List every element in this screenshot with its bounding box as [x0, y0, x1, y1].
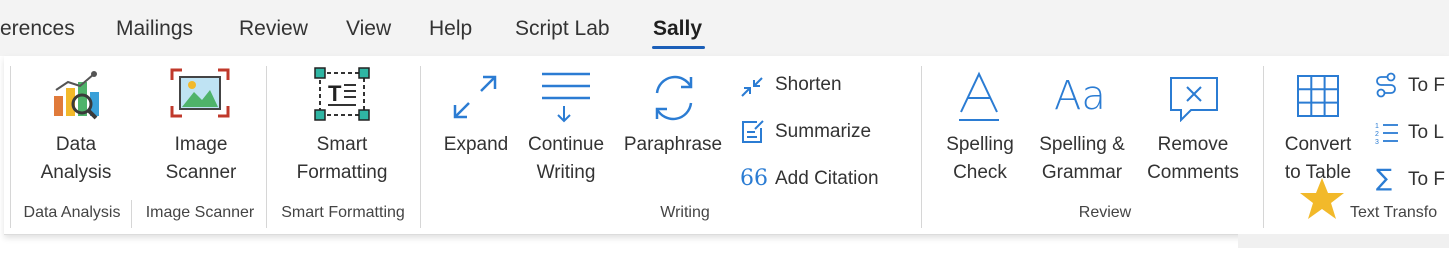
ribbon-shadow: [1238, 234, 1449, 248]
paraphrase-label: Paraphrase: [623, 134, 723, 155]
expand-label: Expand: [443, 134, 509, 155]
group-separator: [420, 66, 421, 228]
remove-comments-label-line2: Comments: [1147, 162, 1239, 183]
group-label-review: Review: [1078, 204, 1132, 221]
group-separator: [266, 66, 267, 228]
sigma-icon: ∑: [1376, 164, 1393, 192]
shorten-label: Shorten: [775, 74, 842, 95]
svg-text:3: 3: [1375, 139, 1379, 146]
group-label-text-transform: Text Transfo: [1350, 204, 1438, 221]
active-tab-indicator: [652, 46, 705, 49]
svg-text:2: 2: [1375, 131, 1379, 138]
spelling-grammar-label-line2: Grammar: [1041, 162, 1123, 183]
image-scanner-icon: [170, 68, 230, 118]
smart-formatting-label-line2: Formatting: [296, 162, 388, 183]
group-label-smart-formatting: Smart Formatting: [281, 204, 405, 221]
expand-icon: [453, 75, 497, 119]
ribbon-tab-bar: erences Mailings Review View Help Script…: [0, 0, 1449, 56]
svg-text:1: 1: [1375, 123, 1379, 130]
data-analysis-label-line2: Analysis: [40, 162, 112, 183]
tab-mailings[interactable]: Mailings: [116, 17, 193, 41]
tab-help[interactable]: Help: [429, 17, 472, 41]
summarize-label: Summarize: [775, 121, 872, 142]
convert-to-table-label-line1: Convert: [1284, 134, 1352, 155]
tab-references[interactable]: erences: [0, 17, 75, 41]
spelling-check-label-line2: Check: [953, 162, 1007, 183]
smart-formatting-label-line1: Smart: [316, 134, 368, 155]
add-citation-label: Add Citation: [775, 168, 879, 189]
connector-icon: [1376, 72, 1396, 98]
group-label-data-analysis: Data Analysis: [23, 204, 121, 221]
group-label-writing: Writing: [660, 204, 710, 221]
group-separator: [10, 66, 11, 228]
paraphrase-icon: [655, 75, 693, 121]
continue-writing-icon: [542, 72, 590, 123]
tab-script-lab[interactable]: Script Lab: [515, 17, 610, 41]
numbered-list-icon: 1 2 3: [1375, 123, 1398, 146]
group-separator: [921, 66, 922, 228]
data-analysis-label-line1: Data: [55, 134, 97, 155]
spelling-grammar-label-line1: Spelling &: [1039, 134, 1125, 155]
data-analysis-icon: [54, 71, 99, 120]
star-icon: [1300, 178, 1344, 219]
tab-view[interactable]: View: [346, 17, 391, 41]
to-option-3-label: To F: [1408, 169, 1445, 190]
continue-writing-label-line1: Continue: [527, 134, 605, 155]
to-option-2-label: To L: [1408, 122, 1444, 143]
summarize-icon: [742, 120, 764, 143]
spelling-check-icon: [959, 71, 999, 121]
quote-icon: 66: [740, 166, 768, 191]
image-scanner-label-line1: Image: [174, 134, 228, 155]
group-label-image-scanner: Image Scanner: [145, 204, 255, 221]
shorten-icon: [741, 77, 763, 97]
continue-writing-label-line2: Writing: [536, 162, 596, 183]
tab-review[interactable]: Review: [239, 17, 308, 41]
tab-sally[interactable]: Sally: [653, 17, 702, 41]
image-scanner-label-line2: Scanner: [165, 162, 237, 183]
table-icon: [1297, 75, 1339, 117]
svg-text:T: T: [328, 81, 342, 106]
remove-comments-icon: [1170, 77, 1218, 122]
remove-comments-label-line1: Remove: [1157, 134, 1229, 155]
group-separator: [1263, 66, 1264, 228]
spelling-check-label-line1: Spelling: [946, 134, 1014, 155]
to-option-1-label: To F: [1408, 75, 1445, 96]
grammar-icon: Aa: [1054, 73, 1106, 119]
smart-formatting-icon: T: [314, 67, 370, 121]
group-separator: [131, 200, 132, 228]
